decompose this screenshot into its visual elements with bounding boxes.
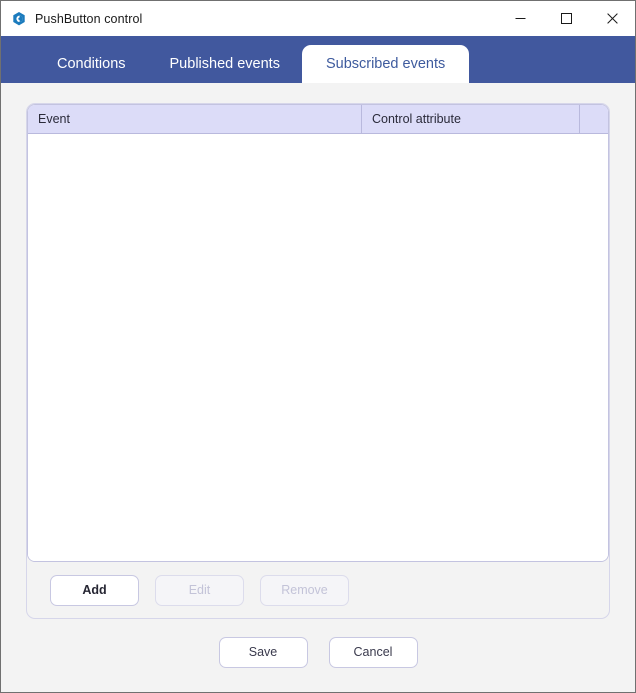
save-button[interactable]: Save xyxy=(218,636,308,668)
dialog-footer: Save Cancel xyxy=(26,619,610,685)
app-logo-icon xyxy=(11,11,27,27)
remove-button: Remove xyxy=(260,574,349,606)
close-icon xyxy=(606,13,618,24)
title-bar: PushButton control xyxy=(1,1,635,36)
minimize-icon xyxy=(515,18,525,19)
close-button[interactable] xyxy=(589,1,635,36)
cancel-button[interactable]: Cancel xyxy=(328,636,418,668)
table-actions: Add Edit Remove xyxy=(27,562,609,618)
maximize-button[interactable] xyxy=(543,1,589,36)
tab-conditions[interactable]: Conditions xyxy=(35,45,148,83)
table-body-empty[interactable] xyxy=(28,134,608,561)
subscribed-events-panel: Event Control attribute Add Edit Remove xyxy=(26,103,610,619)
add-button[interactable]: Add xyxy=(50,574,139,606)
column-header-control-attribute[interactable]: Control attribute xyxy=(362,105,580,133)
tab-subscribed-events[interactable]: Subscribed events xyxy=(301,45,470,83)
window-controls xyxy=(497,1,635,36)
edit-button: Edit xyxy=(155,574,244,606)
minimize-button[interactable] xyxy=(497,1,543,36)
window-title: PushButton control xyxy=(35,11,143,26)
column-header-event[interactable]: Event xyxy=(28,105,362,133)
maximize-icon xyxy=(560,13,572,24)
events-table[interactable]: Event Control attribute xyxy=(27,104,609,562)
content-area: Event Control attribute Add Edit Remove … xyxy=(1,83,635,692)
column-header-spare[interactable] xyxy=(580,105,608,133)
tab-published-events[interactable]: Published events xyxy=(148,45,302,83)
tab-bar: Conditions Published events Subscribed e… xyxy=(1,36,635,83)
app-window: PushButton control Conditions Published … xyxy=(0,0,636,693)
table-header-row: Event Control attribute xyxy=(28,105,608,134)
